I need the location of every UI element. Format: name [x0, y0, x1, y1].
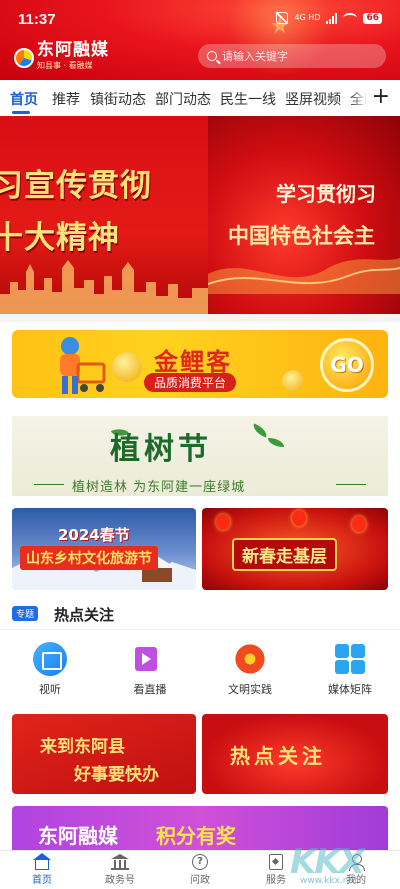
promo-banner[interactable]: 金鲤客 品质消费平台 GO: [12, 330, 388, 398]
tab-add-area: +: [350, 80, 400, 116]
active-tab-indicator: [12, 111, 30, 114]
feature-label: 看直播: [133, 683, 167, 696]
signal-icon: [326, 12, 338, 24]
channel-tabs: 首页 推荐 镇街动态 部门动态 民生一线 竖屏视频 全国 +: [0, 80, 400, 116]
banner-carousel[interactable]: 习宣传贯彻 十大精神 学习贯彻习 中国特色社会主: [0, 116, 400, 314]
app-slogan: 知县事 · 看融媒: [37, 61, 93, 70]
lantern-icon: [216, 514, 230, 530]
nav-government[interactable]: 政务号: [90, 854, 150, 886]
tab-vertical-video[interactable]: 竖屏视频: [285, 89, 341, 109]
tab-town-news[interactable]: 镇街动态: [90, 89, 146, 109]
service-card[interactable]: 来到东阿县 好事要快办: [12, 714, 196, 794]
feature-cards: 2024春节 山东乡村文化旅游节 新春走基层: [0, 502, 400, 596]
points-reward: 积分有奖: [156, 824, 236, 848]
coin-icon: [112, 352, 142, 382]
coin-icon: [282, 370, 304, 392]
card-title: 新春走基层: [232, 538, 337, 571]
nav-label: 政务号: [105, 875, 135, 886]
nav-home[interactable]: 首页: [12, 853, 72, 886]
hot-topics-section: 专题 热点关注 视听 看直播 文明实践 媒体矩阵: [0, 596, 400, 708]
promo-title: 金鲤客: [154, 348, 232, 376]
search-icon: [207, 51, 217, 61]
carousel-slide[interactable]: 学习贯彻习 中国特色社会主: [208, 116, 400, 314]
nav-label: 首页: [32, 875, 52, 886]
new-year-card[interactable]: 新春走基层: [202, 508, 388, 590]
slide-title: 习宣传贯彻 十大精神: [0, 160, 152, 264]
leaf-icon: [250, 423, 270, 438]
feature-label: 文明实践: [228, 683, 272, 696]
tree-festival-title: 植树节: [110, 432, 212, 467]
shopper-illustration: [60, 337, 106, 394]
feature-live[interactable]: 看直播: [110, 642, 190, 697]
network-type: 4G HD: [294, 13, 321, 22]
nav-inquiry[interactable]: ? 问政: [170, 854, 230, 886]
search-placeholder: 请输入关键字: [222, 50, 288, 63]
search-bar[interactable]: 请输入关键字: [198, 44, 386, 68]
card-title: 来到东阿县: [40, 737, 125, 757]
feature-video[interactable]: 视听: [10, 642, 90, 697]
hot-topics-header[interactable]: 专题 热点关注: [0, 596, 400, 630]
tab-livelihood[interactable]: 民生一线: [220, 89, 276, 109]
app-name: 东阿融媒: [37, 40, 109, 60]
card-subtitle: 好事要快办: [74, 765, 159, 785]
slide-title-line: 中国特色社会主: [228, 224, 375, 248]
matrix-icon: [333, 642, 367, 676]
status-icons: 4G HD 66: [276, 12, 382, 24]
watermark-url: www.kkx.net: [300, 876, 358, 886]
card-subtitle: 山东乡村文化旅游节: [20, 546, 158, 570]
battery-icon: 66: [363, 12, 382, 24]
app-logo[interactable]: 东阿融媒 知县事 · 看融媒: [14, 40, 109, 71]
divider-line: [34, 484, 64, 485]
tab-home[interactable]: 首页: [10, 89, 38, 109]
divider-line: [336, 484, 366, 485]
tab-department-news[interactable]: 部门动态: [155, 89, 211, 109]
feature-civilization[interactable]: 文明实践: [210, 642, 290, 697]
promo-subtitle: 品质消费平台: [144, 373, 237, 392]
promo-section: 金鲤客 品质消费平台 GO: [0, 322, 400, 408]
status-time: 11:37: [18, 11, 56, 28]
plus-icon[interactable]: +: [372, 84, 390, 109]
app-header: ★ 11:37 4G HD 66 东阿融媒 知县事 · 看融媒 请输入关键字: [0, 0, 400, 80]
tree-festival-section: 植树节 植树造林 为东阿建一座绿城: [0, 408, 400, 502]
logo-mark-icon: [14, 47, 34, 68]
home-icon: [33, 853, 51, 870]
go-button[interactable]: GO: [320, 338, 374, 392]
topic-badge: 专题: [12, 606, 39, 621]
hot-topics-title: 热点关注: [54, 606, 115, 624]
video-icon: [33, 642, 67, 676]
topic-cards: 来到东阿县 好事要快办 热点关注: [0, 708, 400, 800]
live-icon: [133, 642, 167, 676]
nav-label: 问政: [190, 875, 210, 886]
carousel-slide[interactable]: 习宣传贯彻 十大精神: [0, 116, 208, 314]
service-icon: [269, 854, 283, 870]
bank-icon: [111, 854, 129, 870]
wifi-icon: [343, 13, 358, 23]
points-brand: 东阿融媒: [38, 824, 118, 848]
city-skyline-image: [0, 260, 208, 314]
lantern-icon: [352, 516, 366, 532]
tree-festival-banner[interactable]: 植树节 植树造林 为东阿建一座绿城: [12, 416, 388, 496]
card-title: 2024春节: [58, 526, 130, 544]
question-icon: ?: [192, 854, 208, 870]
status-bar: 11:37 4G HD 66: [0, 0, 400, 38]
tree-festival-slogan: 植树造林 为东阿建一座绿城: [72, 480, 246, 495]
card-title: 热点关注: [230, 744, 326, 768]
civilization-icon: [233, 642, 267, 676]
feature-label: 视听: [39, 683, 61, 696]
hot-focus-card[interactable]: 热点关注: [202, 714, 388, 794]
feature-label: 媒体矩阵: [328, 683, 372, 696]
slide-title-line: 学习贯彻习: [276, 182, 376, 206]
slide-title-line: 习宣传贯彻: [0, 168, 152, 204]
feature-matrix[interactable]: 媒体矩阵: [310, 642, 390, 697]
spring-festival-card[interactable]: 2024春节 山东乡村文化旅游节: [12, 508, 196, 590]
lantern-icon: [292, 510, 306, 526]
leaf-icon: [268, 438, 284, 447]
ribbon-decoration-image: [208, 258, 400, 294]
mute-icon: [276, 12, 289, 24]
tab-recommend[interactable]: 推荐: [52, 89, 80, 109]
